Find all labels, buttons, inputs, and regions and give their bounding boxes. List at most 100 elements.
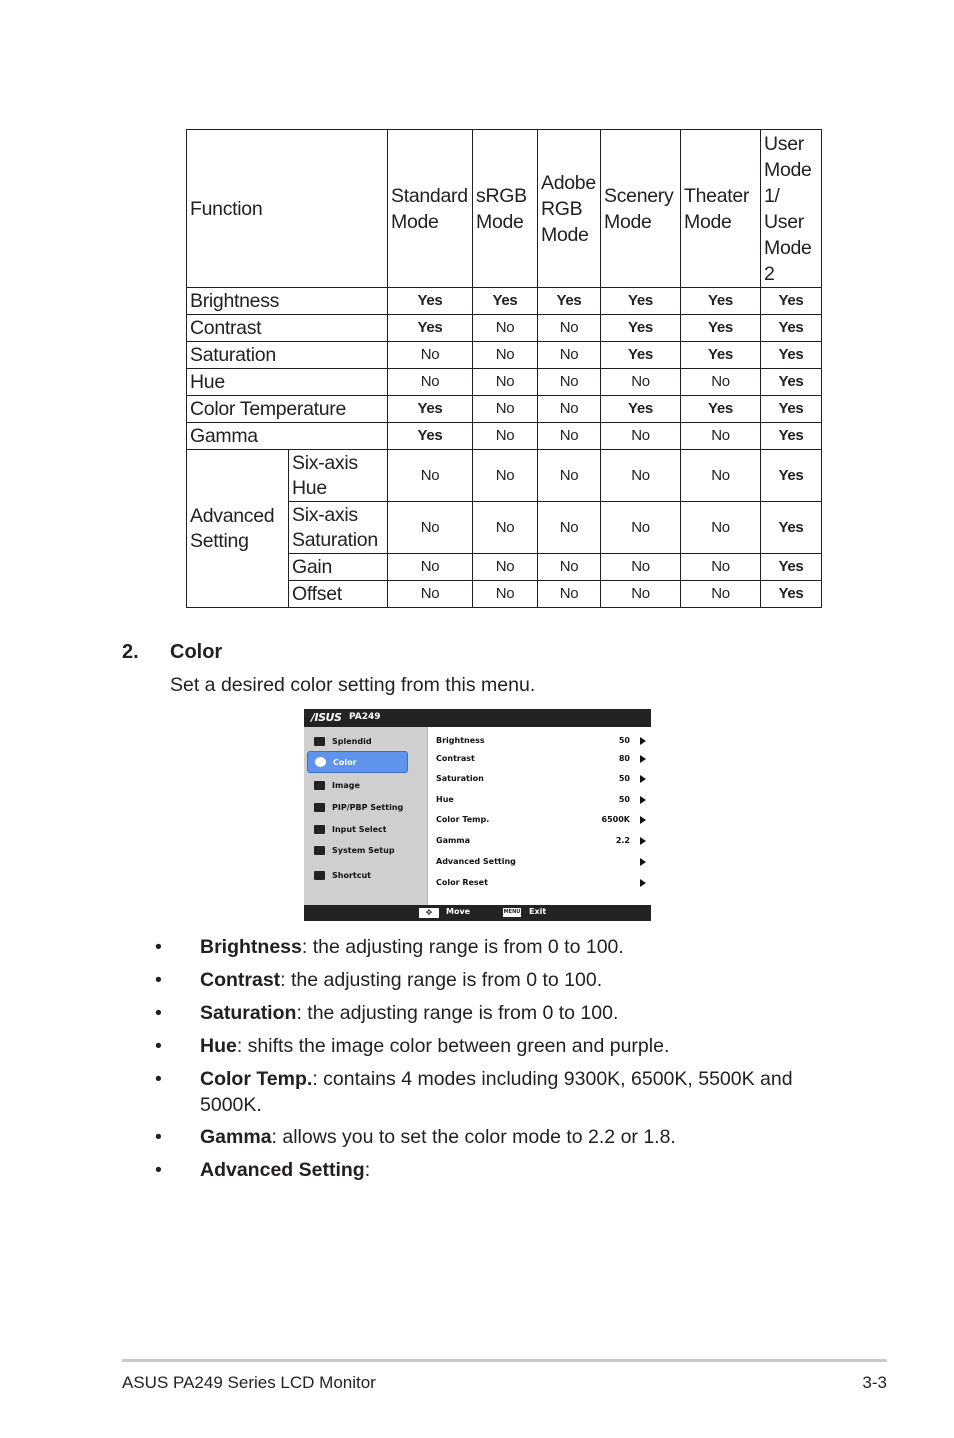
value-cell: No (600, 580, 681, 608)
value-cell: Yes (600, 287, 681, 315)
function-cell: Contrast (186, 314, 388, 342)
bullet-term: Color Temp. (200, 1068, 313, 1090)
osd-menu-item[interactable]: PIP/PBP Setting (307, 797, 406, 817)
osd-menu-item[interactable]: System Setup (307, 840, 406, 860)
chevron-right-icon[interactable] (640, 796, 646, 804)
osd-menu-item[interactable]: Input Select (307, 819, 406, 839)
osd-option-value: 2.2 (615, 836, 630, 845)
osd-option-value: 50 (618, 795, 630, 804)
osd-footer-bar: ✥ Move MENU Exit (304, 905, 651, 921)
function-cell: Gamma (186, 422, 388, 450)
osd-option-label: Contrast (436, 754, 475, 763)
bullet-icon: • (155, 1002, 162, 1024)
shortcut-icon (314, 870, 325, 880)
osd-menu-item[interactable]: Shortcut (307, 865, 406, 885)
value-cell: No (600, 422, 681, 450)
osd-menu-label: Shortcut (332, 870, 371, 880)
osd-option[interactable]: Saturation 50 (436, 774, 646, 788)
value-cell: No (387, 580, 473, 608)
palette-icon (315, 757, 326, 767)
bullet-term: Brightness (200, 936, 302, 958)
value-cell: Yes (680, 395, 761, 423)
function-cell: Six-axis Saturation (288, 501, 388, 554)
value-cell: Yes (680, 287, 761, 315)
advanced-setting-group-cell: Advanced Setting (186, 449, 289, 608)
chevron-right-icon[interactable] (640, 737, 646, 745)
osd-menu-item[interactable]: Color (307, 751, 408, 773)
value-cell: No (472, 395, 538, 423)
osd-option[interactable]: Brightness 50 (436, 736, 646, 750)
osd-option[interactable]: Contrast 80 (436, 754, 646, 768)
osd-option-value: 50 (618, 774, 630, 783)
value-cell: Yes (680, 314, 761, 342)
osd-option-label: Color Reset (436, 878, 488, 887)
osd-option[interactable]: Gamma 2.2 (436, 836, 646, 850)
value-cell: No (472, 580, 538, 608)
osd-option-label: Saturation (436, 774, 484, 783)
value-cell: No (537, 368, 601, 396)
function-mode-table: Function Standard Mode sRGB Mode Adobe R… (186, 129, 822, 608)
osd-options-panel: Brightness 50 Contrast 80 Saturation 50 Hue 50 C… (427, 727, 652, 905)
pip-icon (314, 802, 325, 812)
value-cell: Yes (680, 341, 761, 369)
osd-model: PA249 (349, 712, 381, 722)
chevron-right-icon[interactable] (640, 858, 646, 866)
value-cell: Yes (760, 287, 822, 315)
osd-menu-item[interactable]: Splendid (307, 731, 406, 751)
footer-title: ASUS PA249 Series LCD Monitor (122, 1373, 376, 1392)
value-cell: Yes (760, 368, 822, 396)
osd-option[interactable]: Advanced Setting (436, 857, 646, 871)
value-cell: No (680, 553, 761, 581)
header-srgb-mode: sRGB Mode (472, 129, 538, 288)
value-cell: No (600, 501, 681, 554)
bullet-item: Advanced Setting: (200, 1157, 820, 1183)
bullet-icon: • (155, 1068, 162, 1090)
value-cell: No (537, 553, 601, 581)
osd-menu-item[interactable]: Image (307, 775, 406, 795)
value-cell: Yes (600, 395, 681, 423)
section-number: 2. (122, 641, 139, 663)
function-cell: Brightness (186, 287, 388, 315)
value-cell: No (537, 395, 601, 423)
chevron-right-icon[interactable] (640, 879, 646, 887)
menu-key-icon: MENU (503, 908, 521, 917)
value-cell: No (472, 553, 538, 581)
osd-option-label: Color Temp. (436, 815, 490, 824)
value-cell: No (387, 368, 473, 396)
bullet-item: Contrast: the adjusting range is from 0 … (200, 967, 820, 993)
value-cell: Yes (387, 395, 473, 423)
chevron-right-icon[interactable] (640, 837, 646, 845)
osd-option[interactable]: Hue 50 (436, 795, 646, 809)
bullet-term: Contrast (200, 969, 281, 991)
value-cell: Yes (600, 341, 681, 369)
table-row: Brightness Yes Yes Yes Yes Yes Yes (186, 287, 822, 315)
chevron-right-icon[interactable] (640, 775, 646, 783)
osd-title-bar: /ISUS PA249 (304, 709, 651, 727)
osd-option-label: Gamma (436, 836, 471, 845)
value-cell: No (680, 449, 761, 502)
osd-menu-label: Splendid (332, 736, 372, 746)
osd-option-label: Advanced Setting (436, 857, 516, 866)
value-cell: No (680, 368, 761, 396)
chevron-right-icon[interactable] (640, 816, 646, 824)
value-cell: Yes (760, 580, 822, 608)
value-cell: No (680, 580, 761, 608)
bullet-icon: • (155, 1126, 162, 1148)
value-cell: No (387, 553, 473, 581)
input-icon (314, 824, 325, 834)
asus-logo: /ISUS (311, 711, 342, 724)
table-header-row: Function Standard Mode sRGB Mode Adobe R… (186, 129, 822, 288)
osd-option[interactable]: Color Temp. 6500K (436, 815, 646, 829)
header-user-mode: User Mode 1/ User Mode 2 (760, 129, 822, 288)
bullet-term: Gamma (200, 1126, 272, 1148)
osd-option[interactable]: Color Reset (436, 878, 646, 892)
chevron-right-icon[interactable] (640, 755, 646, 763)
bullet-text: : (364, 1159, 371, 1181)
bullet-icon: • (155, 969, 162, 991)
value-cell: No (472, 422, 538, 450)
value-cell: No (472, 341, 538, 369)
osd-option-label: Hue (436, 795, 454, 804)
section-description: Set a desired color setting from this me… (170, 674, 536, 696)
value-cell: Yes (760, 501, 822, 554)
header-theater-mode: Theater Mode (680, 129, 761, 288)
